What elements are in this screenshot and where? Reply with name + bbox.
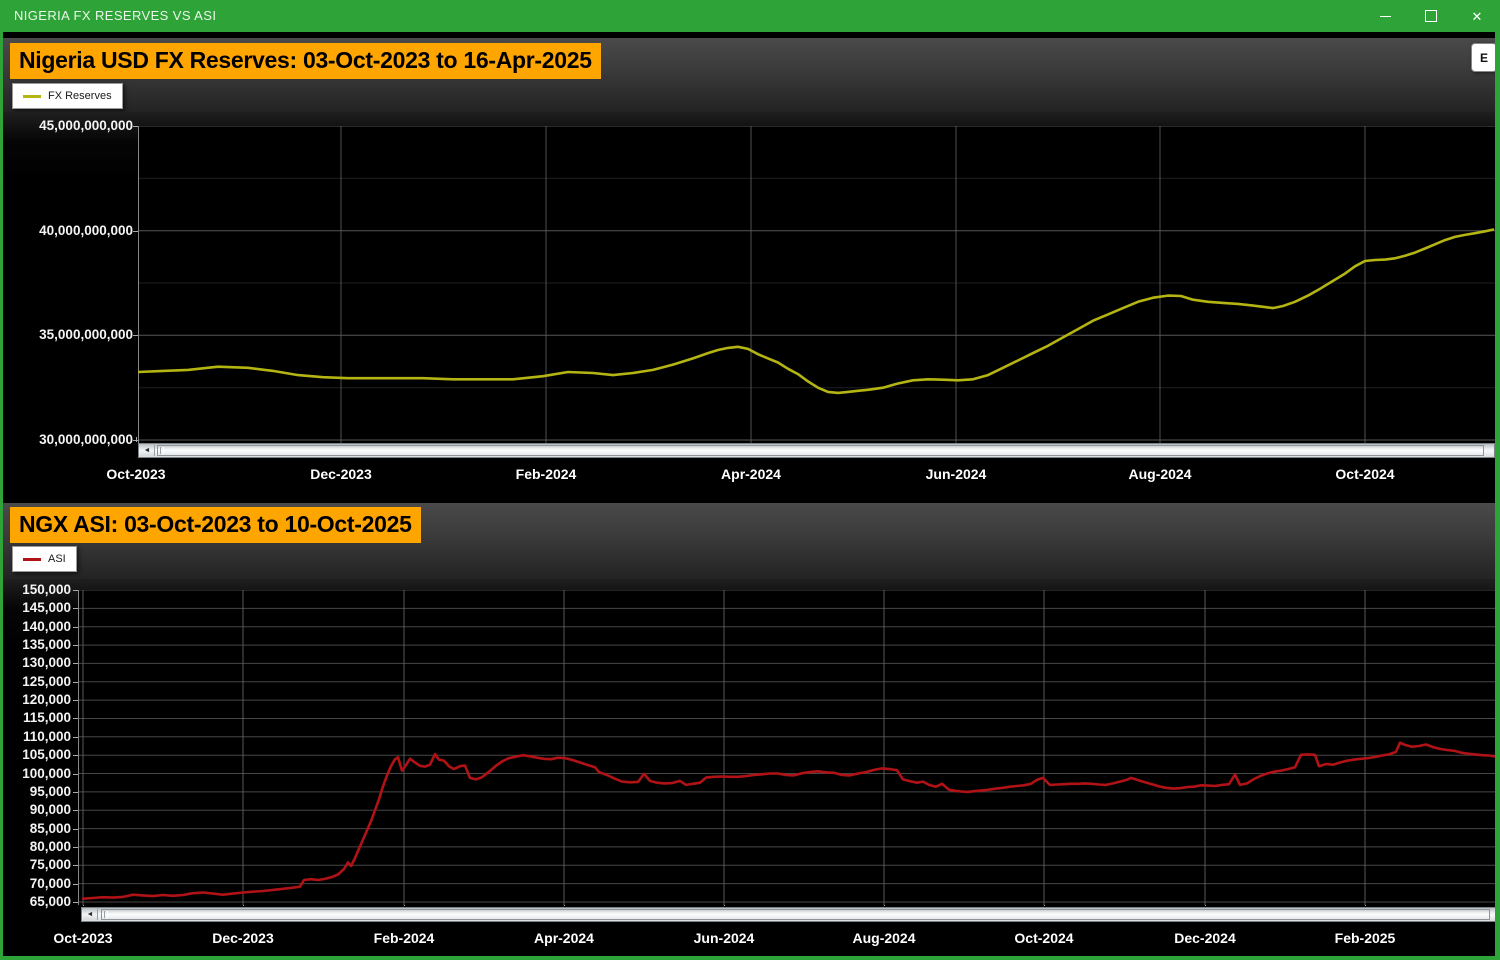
y-tick-label: 90,000	[30, 802, 71, 817]
y-tick-label: 105,000	[22, 747, 71, 762]
window-content: Nigeria USD FX Reserves: 03-Oct-2023 to …	[3, 32, 1495, 956]
y-tick-label: 115,000	[23, 710, 71, 725]
close-icon: ✕	[1472, 10, 1483, 23]
y-tick-label: 80,000	[30, 839, 71, 854]
y-tick-label: 35,000,000,000	[39, 327, 133, 342]
plot-background	[78, 590, 1495, 905]
y-tick-label: 130,000	[22, 655, 71, 670]
x-tick-label: Dec-2023	[212, 930, 274, 946]
asi-chart-area: 150,000 145,000 140,000 135,000 130,000 125,0…	[3, 579, 1495, 956]
x-tick-label: Apr-2024	[721, 466, 781, 482]
y-tick-label: 120,000	[22, 692, 71, 707]
y-tick-label: 140,000	[22, 619, 71, 634]
asi-plot	[78, 590, 1495, 905]
minimize-icon	[1380, 16, 1391, 17]
fx-chart-title: Nigeria USD FX Reserves: 03-Oct-2023 to …	[10, 43, 601, 79]
y-tick-label: 65,000	[30, 894, 71, 909]
scrollbar-left-arrow[interactable]: ◄	[140, 445, 155, 456]
y-tick-label: 125,000	[22, 674, 71, 689]
maximize-button[interactable]	[1408, 0, 1454, 32]
y-tick-label: 150,000	[22, 582, 71, 597]
close-button[interactable]: ✕	[1454, 0, 1500, 32]
title-bar: NIGERIA FX RESERVES VS ASI ✕	[0, 0, 1500, 32]
x-tick-label: Oct-2023	[106, 466, 165, 482]
fx-legend[interactable]: FX Reserves	[12, 83, 123, 109]
x-tick-label: Feb-2024	[374, 930, 435, 946]
plot-background	[138, 126, 1495, 443]
fx-chart-area: 45,000,000,000 40,000,000,000 35,000,000,0…	[3, 112, 1495, 503]
x-tick-label: Feb-2025	[1335, 930, 1396, 946]
scrollbar-thumb[interactable]	[157, 445, 1484, 456]
asi-chart-title: NGX ASI: 03-Oct-2023 to 10-Oct-2025	[10, 507, 421, 543]
y-tick-label: 30,000,000,000	[39, 432, 133, 447]
x-tick-label: Aug-2024	[852, 930, 915, 946]
fx-legend-label: FX Reserves	[48, 90, 112, 102]
scrollbar-left-arrow[interactable]: ◄	[83, 909, 98, 920]
asi-h-scrollbar[interactable]: ◄	[81, 907, 1495, 922]
y-tick-label: 110,000	[23, 729, 71, 744]
scrollbar-thumb[interactable]	[101, 909, 1490, 920]
fx-chart-header: Nigeria USD FX Reserves: 03-Oct-2023 to …	[3, 38, 1495, 112]
x-axis-tick	[136, 437, 137, 442]
y-tick-label: 135,000	[22, 637, 71, 652]
x-tick-label: Dec-2023	[310, 466, 372, 482]
y-tick-label: 145,000	[22, 600, 71, 615]
x-tick-label: Dec-2024	[1174, 930, 1236, 946]
asi-legend[interactable]: ASI	[12, 546, 77, 572]
x-tick-label: Oct-2024	[1014, 930, 1073, 946]
y-tick-label: 70,000	[30, 876, 71, 891]
y-tick-label: 95,000	[30, 784, 71, 799]
asi-chart-header: NGX ASI: 03-Oct-2023 to 10-Oct-2025 ASI	[3, 503, 1495, 579]
fx-h-scrollbar[interactable]: ◄	[138, 443, 1495, 458]
y-tick-label: 85,000	[30, 821, 71, 836]
export-button[interactable]: E	[1471, 43, 1495, 72]
y-tick-label: 40,000,000,000	[39, 223, 133, 238]
window-title: NIGERIA FX RESERVES VS ASI	[14, 8, 216, 23]
x-tick-label: Apr-2024	[534, 930, 594, 946]
fx-legend-line-swatch	[23, 95, 41, 98]
y-tick-label: 100,000	[22, 766, 71, 781]
x-tick-label: Feb-2024	[516, 466, 577, 482]
app-window: NIGERIA FX RESERVES VS ASI ✕ Nigeria USD…	[0, 0, 1500, 960]
fx-plot	[138, 126, 1495, 443]
x-tick-label: Jun-2024	[694, 930, 755, 946]
y-tick-label: 45,000,000,000	[39, 118, 133, 133]
x-tick-label: Oct-2024	[1335, 466, 1394, 482]
y-tick-label: 75,000	[30, 857, 71, 872]
x-tick-label: Oct-2023	[53, 930, 112, 946]
minimize-button[interactable]	[1362, 0, 1408, 32]
x-tick-label: Jun-2024	[926, 466, 987, 482]
maximize-icon	[1425, 10, 1437, 22]
asi-legend-line-swatch	[23, 558, 41, 561]
asi-legend-label: ASI	[48, 553, 66, 565]
x-tick-label: Aug-2024	[1128, 466, 1191, 482]
